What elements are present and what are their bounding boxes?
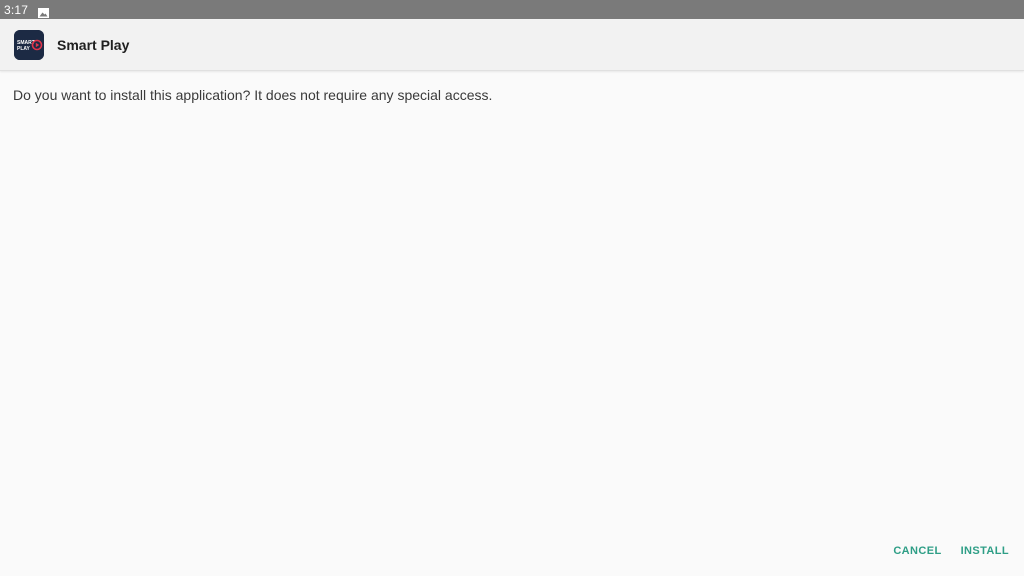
app-header: SMART PLAY Smart Play — [0, 19, 1024, 71]
smart-play-logo-icon: SMART PLAY — [14, 29, 44, 60]
image-notification-icon — [38, 5, 50, 18]
install-message: Do you want to install this application?… — [13, 87, 493, 103]
status-bar: 3:17 — [0, 0, 1024, 19]
app-title: Smart Play — [57, 36, 130, 53]
install-button[interactable]: INSTALL — [961, 543, 1009, 559]
app-icon-text-play: PLAY — [17, 46, 31, 52]
cancel-button[interactable]: CANCEL — [893, 543, 941, 559]
dialog-actions: CANCEL INSTALL — [893, 543, 1009, 559]
status-time: 3:17 — [4, 2, 29, 17]
